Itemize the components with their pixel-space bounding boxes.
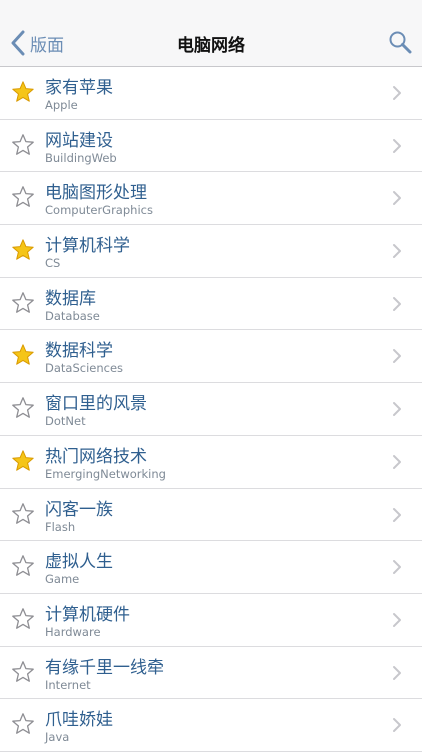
board-title: 网站建设: [45, 130, 113, 151]
list-item[interactable]: 有缘千里一线牵 Internet: [0, 647, 422, 700]
chevron-right-icon: [393, 454, 401, 469]
list-item[interactable]: 爪哇娇娃 Java: [0, 699, 422, 752]
chevron-right-icon: [393, 718, 401, 733]
chevron-right-icon: [393, 191, 401, 206]
board-title: 家有苹果: [45, 78, 113, 98]
board-subtitle: Internet: [45, 677, 91, 692]
board-title: 计算机硬件: [45, 604, 130, 625]
navigation-bar: 版面 电脑网络: [0, 0, 422, 67]
list-item[interactable]: 闪客一族 Flash: [0, 489, 422, 542]
board-subtitle: Database: [45, 308, 100, 323]
chevron-right-icon: [393, 402, 401, 417]
star-filled-icon[interactable]: [11, 343, 35, 367]
star-outline-icon[interactable]: [11, 712, 35, 736]
board-subtitle: Java: [45, 730, 70, 745]
star-outline-icon[interactable]: [11, 554, 35, 578]
board-list: 家有苹果 Apple 网站建设 BuildingWeb 电脑图形处理 ComputerGr…: [0, 67, 422, 752]
chevron-right-icon: [393, 665, 401, 680]
page-title: 电脑网络: [177, 36, 245, 56]
board-title: 计算机科学: [45, 236, 130, 257]
star-outline-icon[interactable]: [11, 133, 35, 157]
star-filled-icon[interactable]: [11, 238, 35, 262]
chevron-right-icon: [393, 507, 401, 522]
star-outline-icon[interactable]: [11, 185, 35, 209]
board-subtitle: Hardware: [45, 624, 101, 639]
board-title: 数据库: [45, 288, 96, 309]
chevron-right-icon: [393, 138, 401, 153]
star-outline-icon[interactable]: [11, 396, 35, 420]
star-filled-icon[interactable]: [11, 80, 35, 104]
board-subtitle: DotNet: [45, 414, 86, 429]
board-subtitle: BuildingWeb: [45, 150, 117, 165]
board-subtitle: Apple: [45, 98, 78, 112]
list-item[interactable]: 电脑图形处理 ComputerGraphics: [0, 172, 422, 226]
board-subtitle: ComputerGraphics: [45, 203, 153, 218]
star-outline-icon[interactable]: [11, 291, 35, 315]
star-outline-icon[interactable]: [11, 660, 35, 684]
board-title: 电脑图形处理: [45, 183, 147, 204]
board-title: 虚拟人生: [45, 552, 113, 573]
search-icon[interactable]: [388, 30, 412, 54]
list-item[interactable]: 网站建设 BuildingWeb: [0, 120, 422, 173]
chevron-right-icon: [393, 244, 401, 259]
chevron-right-icon: [393, 349, 401, 364]
list-item[interactable]: 虚拟人生 Game: [0, 541, 422, 594]
list-item[interactable]: 家有苹果 Apple: [0, 67, 422, 120]
list-item[interactable]: 热门网络技术 EmergingNetworking: [0, 436, 422, 489]
board-title: 爪哇娇娃: [45, 710, 113, 731]
chevron-right-icon: [393, 296, 401, 311]
board-subtitle: CS: [45, 256, 61, 271]
board-title: 窗口里的风景: [45, 394, 147, 415]
chevron-right-icon: [393, 86, 401, 100]
board-subtitle: Game: [45, 572, 80, 587]
list-item[interactable]: 计算机科学 CS: [0, 225, 422, 278]
board-title: 有缘千里一线牵: [45, 657, 164, 678]
list-item[interactable]: 窗口里的风景 DotNet: [0, 383, 422, 436]
list-item[interactable]: 计算机硬件 Hardware: [0, 594, 422, 647]
star-filled-icon[interactable]: [11, 449, 35, 473]
board-title: 数据科学: [45, 341, 113, 362]
chevron-right-icon: [393, 612, 401, 627]
star-outline-icon[interactable]: [11, 502, 35, 526]
board-subtitle: Flash: [45, 519, 76, 534]
board-subtitle: DataSciences: [45, 361, 124, 376]
list-item[interactable]: 数据库 Database: [0, 278, 422, 331]
board-subtitle: EmergingNetworking: [45, 466, 166, 481]
star-outline-icon[interactable]: [11, 607, 35, 631]
list-item[interactable]: 数据科学 DataSciences: [0, 330, 422, 384]
chevron-right-icon: [393, 560, 401, 575]
board-title: 闪客一族: [45, 499, 113, 520]
board-title: 热门网络技术: [45, 446, 147, 467]
